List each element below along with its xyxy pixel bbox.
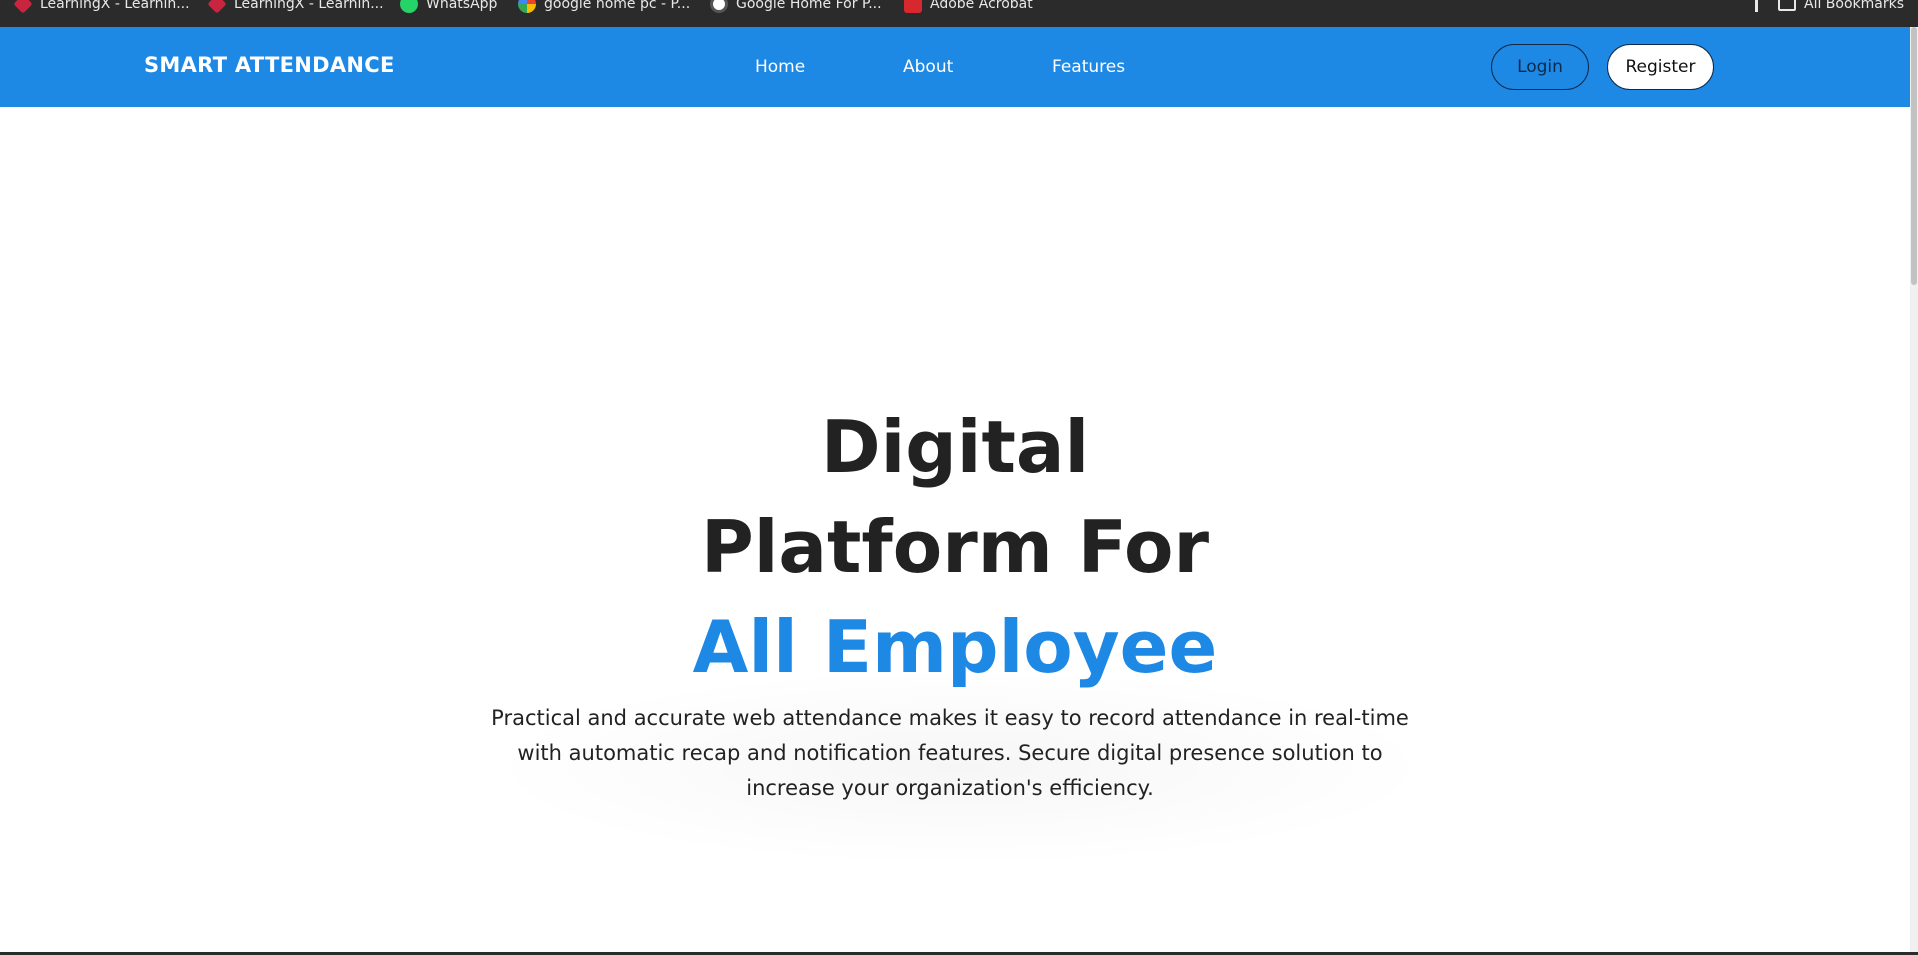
bookmarks-divider xyxy=(1755,0,1758,12)
bookmark-label: Google Home For P... xyxy=(736,0,882,12)
hero-title: Digital Platform For All Employee xyxy=(0,397,1910,697)
google-icon xyxy=(518,0,536,13)
hero-title-line-2: Platform For xyxy=(700,505,1210,589)
login-button[interactable]: Login xyxy=(1491,44,1589,90)
navbar: SMART ATTENDANCE Home About Features Log… xyxy=(0,27,1910,107)
page-scrollbar[interactable] xyxy=(1910,27,1918,955)
nav-home-link[interactable]: Home xyxy=(755,57,805,77)
learningx-icon xyxy=(13,0,33,14)
bookmark-whatsapp[interactable]: WhatsApp xyxy=(400,0,497,14)
globe-icon xyxy=(710,0,728,13)
bookmark-learningx-1[interactable]: LearningX - Learnin... xyxy=(13,0,190,14)
whatsapp-icon xyxy=(400,0,418,13)
bookmark-label: Adobe Acrobat xyxy=(930,0,1033,12)
bookmark-learningx-2[interactable]: LearningX - Learnin... xyxy=(207,0,384,14)
nav-about-link[interactable]: About xyxy=(903,57,953,77)
bookmark-label: google home pc - P... xyxy=(544,0,691,12)
bookmark-label: LearningX - Learnin... xyxy=(234,0,384,12)
bookmark-google-home-for-pc[interactable]: Google Home For P... xyxy=(710,0,882,14)
bookmark-adobe-acrobat[interactable]: Adobe Acrobat xyxy=(904,0,1033,14)
nav-features-link[interactable]: Features xyxy=(1052,57,1125,77)
folder-icon xyxy=(1778,0,1796,11)
hero-section: Digital Platform For All Employee Practi… xyxy=(0,107,1910,955)
learningx-icon xyxy=(207,0,227,14)
bookmark-label: WhatsApp xyxy=(426,0,498,12)
acrobat-icon xyxy=(904,0,922,13)
bookmark-label: LearningX - Learnin... xyxy=(40,0,190,12)
all-bookmarks-button[interactable]: All Bookmarks xyxy=(1778,0,1904,14)
bookmark-google-home-pc[interactable]: google home pc - P... xyxy=(518,0,690,14)
all-bookmarks-label: All Bookmarks xyxy=(1804,0,1905,12)
register-button[interactable]: Register xyxy=(1607,44,1714,90)
bookmarks-bar: LearningX - Learnin... LearningX - Learn… xyxy=(0,0,1918,27)
scrollbar-thumb[interactable] xyxy=(1911,27,1917,285)
hero-title-highlight: All Employee xyxy=(692,605,1218,689)
brand-logo[interactable]: SMART ATTENDANCE xyxy=(144,53,395,77)
hero-description: Practical and accurate web attendance ma… xyxy=(491,706,1409,800)
hero-title-line-1: Digital xyxy=(820,405,1090,489)
